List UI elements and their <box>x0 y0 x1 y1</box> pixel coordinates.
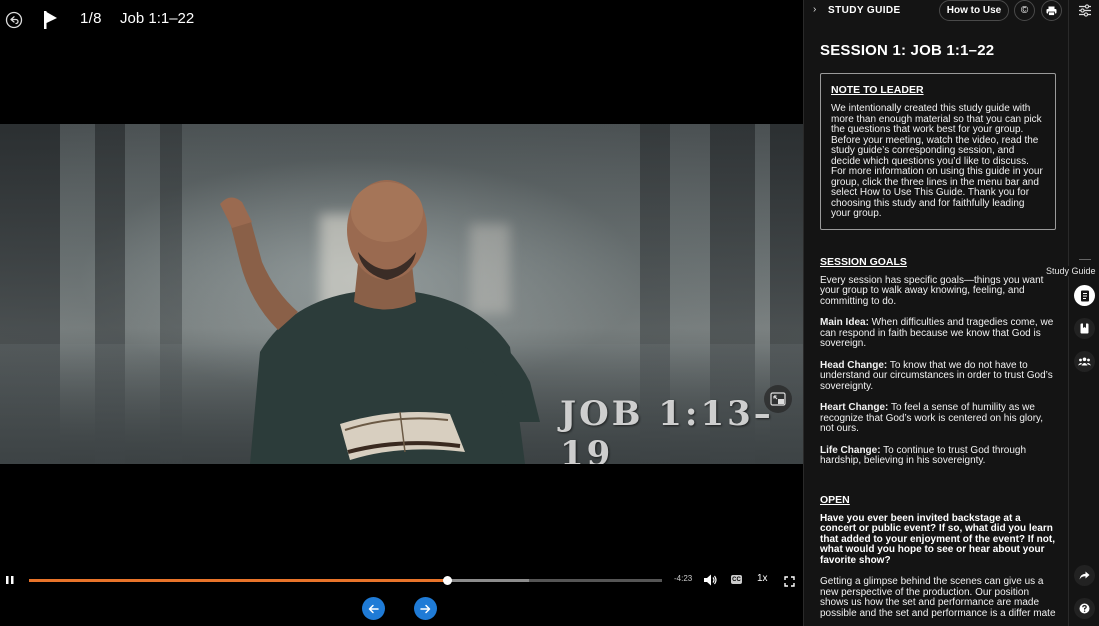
goal-label: Main Idea: <box>820 317 869 328</box>
bookmark-button[interactable] <box>1074 318 1095 339</box>
help-button[interactable] <box>1074 598 1095 619</box>
goal-label: Life Change: <box>820 444 881 456</box>
study-guide-panel: › STUDY GUIDE How to Use © SESSION 1: JO… <box>803 0 1068 626</box>
session-heading: SESSION 1: JOB 1:1–22 <box>820 42 995 59</box>
session-counter: 1/8 <box>80 10 102 27</box>
arrow-left-icon <box>368 604 379 613</box>
video-player-area: 1/8 Job 1:1–22 JOB 1:13–19 -4:23 CC 1x <box>0 0 803 626</box>
how-to-use-button[interactable]: How to Use <box>939 0 1009 21</box>
study-guide-button[interactable] <box>1074 285 1095 306</box>
print-button[interactable] <box>1041 0 1062 21</box>
open-text: Getting a glimpse behind the scenes can … <box>820 576 1056 619</box>
side-rail <box>1068 0 1099 626</box>
volume-icon[interactable] <box>703 573 717 587</box>
group-icon <box>1078 357 1091 366</box>
session-goals-intro: Every session has specific goals—things … <box>820 274 1044 307</box>
player-topbar: 1/8 Job 1:1–22 <box>0 0 803 40</box>
panel-title: STUDY GUIDE <box>828 5 901 16</box>
goal-item: Main Idea: When difficulties and tragedi… <box>820 317 1056 350</box>
open-section-title: OPEN <box>820 493 850 506</box>
progress-bar[interactable] <box>29 576 662 585</box>
rail-tooltip: Study Guide <box>1045 266 1097 276</box>
copyright-icon: © <box>1020 5 1029 16</box>
note-to-leader-box: NOTE TO LEADER We intentionally created … <box>820 73 1056 230</box>
note-to-leader-text: We intentionally created this study guid… <box>831 103 1043 219</box>
share-button[interactable] <box>1074 565 1095 586</box>
undo-icon[interactable] <box>3 9 25 31</box>
fullscreen-icon[interactable] <box>784 574 795 587</box>
session-goals-title: SESSION GOALS <box>820 255 907 268</box>
share-icon <box>1079 571 1090 580</box>
pause-icon[interactable] <box>4 573 16 587</box>
goal-label: Heart Change: <box>820 402 889 413</box>
next-session-button[interactable] <box>414 597 437 620</box>
study-guide-header: › STUDY GUIDE How to Use © <box>804 0 1068 22</box>
rail-divider <box>1079 259 1091 260</box>
goal-item: Life Change: To continue to trust God th… <box>820 444 1056 467</box>
group-button[interactable] <box>1074 351 1095 372</box>
closed-captions-button[interactable]: CC <box>731 575 742 584</box>
arrow-right-icon <box>420 604 431 613</box>
bookmark-icon <box>1080 323 1089 334</box>
progress-thumb[interactable] <box>442 576 452 585</box>
help-icon <box>1079 603 1090 614</box>
time-remaining: -4:23 <box>674 574 693 583</box>
goal-item: Head Change: To know that we do not have… <box>820 359 1056 393</box>
flag-logo-icon <box>39 9 61 31</box>
copyright-button[interactable]: © <box>1014 0 1035 21</box>
print-icon <box>1046 6 1057 16</box>
session-title: Job 1:1–22 <box>120 10 195 27</box>
goal-item: Heart Change: To feel a sense of humilit… <box>820 402 1056 435</box>
goal-label: Head Change: <box>820 359 888 371</box>
note-to-leader-title: NOTE TO LEADER <box>831 84 924 96</box>
sliders-icon[interactable] <box>1078 4 1092 17</box>
study-guide-icon <box>1080 290 1089 301</box>
previous-session-button[interactable] <box>362 597 385 620</box>
study-guide-content: SESSION 1: JOB 1:1–22 NOTE TO LEADER We … <box>820 42 1056 619</box>
playback-speed-button[interactable]: 1x <box>757 573 768 584</box>
progress-played <box>29 579 447 582</box>
chevron-right-icon[interactable]: › <box>813 4 816 15</box>
picture-in-picture-icon[interactable] <box>764 385 792 413</box>
video-frame[interactable]: JOB 1:13–19 <box>0 124 803 464</box>
speaker-figure <box>220 180 540 464</box>
open-question: Have you ever been invited backstage at … <box>820 512 1056 566</box>
video-controls: -4:23 CC 1x <box>0 568 803 592</box>
